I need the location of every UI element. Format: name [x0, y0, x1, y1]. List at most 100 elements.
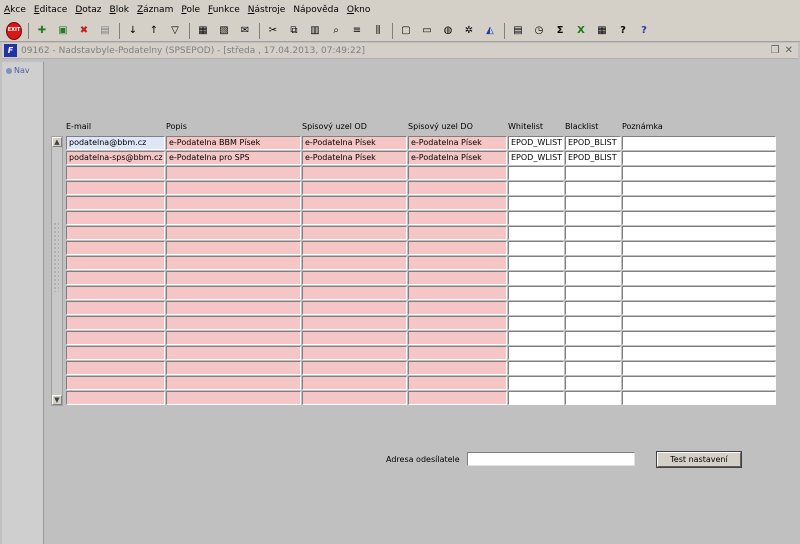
menu-item[interactable]: Dotaz — [75, 5, 101, 15]
cell-email[interactable] — [66, 301, 165, 315]
cell-node-to[interactable] — [408, 376, 507, 390]
cell-email[interactable] — [66, 271, 165, 285]
cell-description[interactable] — [166, 361, 301, 375]
cell-email[interactable]: podatelna@bbm.cz — [66, 136, 165, 150]
exit-button[interactable]: EXIT — [6, 21, 22, 40]
cell-note[interactable] — [622, 346, 776, 360]
paste-icon[interactable]: ▥ — [307, 23, 323, 39]
cell-blacklist[interactable] — [565, 226, 621, 240]
cell-whitelist[interactable] — [508, 391, 564, 405]
cell-node-from[interactable]: e-Podatelna Písek — [302, 136, 407, 150]
cell-whitelist[interactable] — [508, 166, 564, 180]
cell-note[interactable] — [622, 196, 776, 210]
cell-email[interactable] — [66, 256, 165, 270]
cell-blacklist[interactable] — [565, 271, 621, 285]
cell-note[interactable] — [622, 226, 776, 240]
cell-node-to[interactable] — [408, 286, 507, 300]
restore-icon[interactable]: ❐ — [771, 45, 780, 56]
cell-description[interactable] — [166, 271, 301, 285]
cell-whitelist[interactable] — [508, 316, 564, 330]
cell-blacklist[interactable] — [565, 166, 621, 180]
duplicate-record-icon[interactable]: ▤ — [97, 23, 113, 39]
menu-item[interactable]: Blok — [110, 5, 129, 15]
cell-email[interactable] — [66, 286, 165, 300]
sum-icon[interactable]: Σ — [552, 23, 568, 39]
menu-item[interactable]: Pole — [181, 5, 200, 15]
cell-note[interactable] — [622, 181, 776, 195]
cell-node-to[interactable] — [408, 391, 507, 405]
cell-description[interactable] — [166, 256, 301, 270]
cell-description[interactable]: e-Podatelna BBM Písek — [166, 136, 301, 150]
cell-whitelist[interactable] — [508, 241, 564, 255]
mail-icon[interactable]: ✉ — [237, 23, 253, 39]
cell-description[interactable] — [166, 376, 301, 390]
cell-whitelist[interactable]: EPOD_WLIST — [508, 151, 564, 165]
print-preview-icon[interactable]: ▧ — [216, 23, 232, 39]
cell-description[interactable] — [166, 316, 301, 330]
cell-note[interactable] — [622, 361, 776, 375]
globe-icon[interactable]: ◍ — [440, 23, 456, 39]
cell-blacklist[interactable] — [565, 256, 621, 270]
find-icon[interactable]: ⌕ — [328, 23, 344, 39]
document-icon[interactable]: ▭ — [419, 23, 435, 39]
address-input[interactable] — [467, 452, 635, 466]
cell-node-from[interactable] — [302, 361, 407, 375]
cell-blacklist[interactable] — [565, 241, 621, 255]
insert-record-icon[interactable]: ✚ — [34, 23, 50, 39]
columns-icon[interactable]: ⫼ — [370, 23, 386, 39]
cell-node-to[interactable] — [408, 256, 507, 270]
cell-whitelist[interactable] — [508, 226, 564, 240]
cell-blacklist[interactable] — [565, 376, 621, 390]
cell-description[interactable] — [166, 391, 301, 405]
cell-description[interactable] — [166, 286, 301, 300]
cell-node-to[interactable] — [408, 241, 507, 255]
cell-blacklist[interactable]: EPOD_BLIST — [565, 151, 621, 165]
menu-item[interactable]: Záznam — [137, 5, 173, 15]
cell-email[interactable] — [66, 391, 165, 405]
cell-node-from[interactable] — [302, 226, 407, 240]
cell-email[interactable] — [66, 166, 165, 180]
close-icon[interactable]: ✕ — [785, 45, 793, 56]
settings-icon[interactable]: ✲ — [461, 23, 477, 39]
filter-icon[interactable]: ▽ — [167, 23, 183, 39]
cell-node-from[interactable] — [302, 376, 407, 390]
grid-icon[interactable]: ▦ — [594, 23, 610, 39]
cell-description[interactable] — [166, 181, 301, 195]
cell-node-from[interactable] — [302, 256, 407, 270]
cell-blacklist[interactable] — [565, 316, 621, 330]
copy-icon[interactable]: ⧉ — [286, 23, 302, 39]
form-icon[interactable]: ▢ — [398, 23, 414, 39]
cell-node-to[interactable] — [408, 166, 507, 180]
cell-whitelist[interactable] — [508, 376, 564, 390]
cell-description[interactable] — [166, 166, 301, 180]
cell-note[interactable] — [622, 286, 776, 300]
cell-whitelist[interactable] — [508, 211, 564, 225]
cell-blacklist[interactable] — [565, 211, 621, 225]
cell-node-from[interactable]: e-Podatelna Písek — [302, 151, 407, 165]
cell-whitelist[interactable] — [508, 331, 564, 345]
cell-node-from[interactable] — [302, 391, 407, 405]
cell-whitelist[interactable] — [508, 346, 564, 360]
cell-node-to[interactable] — [408, 271, 507, 285]
cell-whitelist[interactable] — [508, 196, 564, 210]
cell-note[interactable] — [622, 136, 776, 150]
cell-note[interactable] — [622, 166, 776, 180]
cell-whitelist[interactable]: EPOD_WLIST — [508, 136, 564, 150]
cell-node-to[interactable] — [408, 301, 507, 315]
menu-item[interactable]: Nástroje — [248, 5, 286, 15]
save-icon[interactable]: ▣ — [55, 23, 71, 39]
cell-blacklist[interactable] — [565, 331, 621, 345]
help-icon[interactable]: ? — [615, 23, 631, 39]
cell-whitelist[interactable] — [508, 286, 564, 300]
cell-node-to[interactable] — [408, 211, 507, 225]
cell-blacklist[interactable] — [565, 346, 621, 360]
cell-note[interactable] — [622, 376, 776, 390]
cell-note[interactable] — [622, 331, 776, 345]
cell-whitelist[interactable] — [508, 361, 564, 375]
context-help-icon[interactable]: ? — [636, 23, 652, 39]
cell-blacklist[interactable] — [565, 286, 621, 300]
cell-email[interactable]: podatelna-sps@bbm.cz — [66, 151, 165, 165]
cell-description[interactable] — [166, 196, 301, 210]
cell-node-from[interactable] — [302, 196, 407, 210]
cell-email[interactable] — [66, 346, 165, 360]
